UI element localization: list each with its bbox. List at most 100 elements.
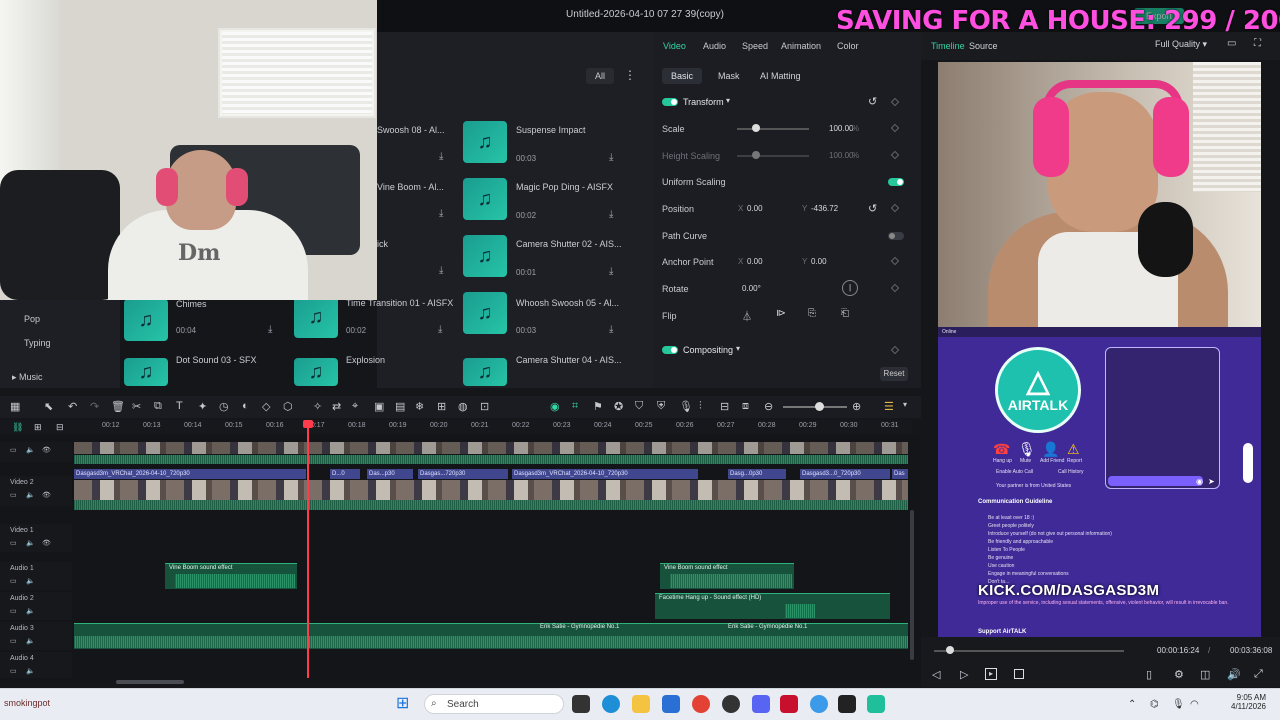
media-item[interactable]: ♫ Chimes 00:04 ⤓: [124, 295, 286, 343]
redo-icon[interactable]: ↷: [90, 400, 99, 413]
support-airtalk[interactable]: Support AirTALK: [978, 629, 1026, 635]
media-item[interactable]: ♫ Suspense Impact 00:03 ⤓: [463, 121, 625, 169]
category-typing[interactable]: Typing: [24, 338, 51, 348]
freeze-frame-icon[interactable]: ❄: [415, 400, 424, 413]
keyframe-tool-icon[interactable]: ◇: [262, 400, 270, 413]
subtab-mask[interactable]: Mask: [718, 71, 740, 81]
category-music[interactable]: ▸ Music: [12, 372, 43, 383]
marker-tool-icon[interactable]: ⚑: [593, 400, 603, 413]
stabilize-icon[interactable]: ▣: [374, 400, 384, 413]
clock[interactable]: 9:05 AM 4/11/2026: [1206, 693, 1266, 711]
track-lock-icon[interactable]: ▭: [10, 446, 17, 454]
side-scroller[interactable]: [1243, 443, 1253, 483]
media-item[interactable]: Vine Boom - Al... ⤓: [377, 182, 457, 219]
split-icon[interactable]: ✂: [132, 400, 141, 413]
message-input[interactable]: [1108, 476, 1203, 486]
transition-icon[interactable]: ⇄: [332, 400, 341, 413]
lock-icon[interactable]: ⛉: [635, 400, 643, 413]
track-visible-icon[interactable]: 👁: [42, 446, 51, 454]
zoom-fit-icon[interactable]: ⊡: [480, 400, 489, 413]
link-icon[interactable]: ⛓: [12, 422, 23, 433]
video-clip-strip[interactable]: [74, 442, 908, 454]
compositing-toggle[interactable]: [662, 346, 678, 354]
shield-icon[interactable]: ⛨: [657, 400, 665, 413]
tab-animation[interactable]: Animation: [781, 41, 821, 51]
video-clip[interactable]: Dasgasd3m_VRChat_2026-04-10_720p30: [512, 469, 698, 479]
video-clip[interactable]: Das: [892, 469, 908, 479]
rotate-right-icon[interactable]: ⎗: [841, 308, 849, 319]
preview-scrubber[interactable]: [934, 650, 1124, 652]
audio-clip[interactable]: Facetime Hang up - Sound effect (HD): [655, 593, 890, 619]
download-icon[interactable]: ⤓: [439, 265, 443, 276]
snap-icon[interactable]: ⌗: [572, 400, 578, 413]
flip-vertical-icon[interactable]: ⧐: [776, 308, 786, 319]
download-icon[interactable]: ⤓: [268, 324, 272, 335]
snapshot-camera-icon[interactable]: ◫: [1200, 668, 1210, 681]
section-compositing[interactable]: Compositing: [683, 345, 733, 355]
audio-clip[interactable]: Vine Boom sound effect: [660, 563, 794, 589]
video-thumbnails[interactable]: [74, 480, 908, 500]
media-item[interactable]: ♫ Whoosh Swoosh 05 - Al... 00:03 ⤓: [463, 292, 625, 340]
undo-icon[interactable]: ↶: [68, 400, 77, 413]
media-item[interactable]: ick ⤓: [377, 239, 457, 276]
tab-source[interactable]: Source: [969, 41, 998, 51]
subtab-basic[interactable]: Basic: [662, 68, 702, 84]
track-lock-icon[interactable]: ▭: [10, 667, 17, 675]
track-visible-icon[interactable]: 👁: [42, 539, 51, 547]
track-lock-icon[interactable]: ▭: [10, 637, 17, 645]
snapshot-icon[interactable]: ▭: [1227, 38, 1236, 49]
uniform-scaling-toggle[interactable]: [888, 178, 904, 186]
quality-dropdown[interactable]: Full Quality ▾: [1155, 39, 1207, 50]
chroma-key-icon[interactable]: ⊞: [437, 400, 446, 413]
chevron-down-icon[interactable]: ▾: [726, 96, 730, 105]
zoom-slider-knob[interactable]: [815, 402, 824, 411]
playhead[interactable]: [303, 420, 313, 678]
path-curve-toggle[interactable]: [888, 232, 904, 240]
track-mute-icon[interactable]: 🔈: [26, 491, 35, 499]
track-lock-icon[interactable]: ▭: [10, 607, 17, 615]
adobe-icon[interactable]: [780, 695, 798, 713]
call-history[interactable]: Call History: [1058, 469, 1084, 475]
track-mute-icon[interactable]: 🔈: [26, 637, 35, 645]
height-scaling-slider[interactable]: [737, 155, 809, 157]
height-scaling-knob[interactable]: [752, 151, 760, 159]
category-pop[interactable]: Pop: [24, 314, 40, 324]
track-settings-icon[interactable]: ⊟: [56, 422, 64, 433]
media-item[interactable]: ♫ Explosion: [294, 352, 456, 386]
chevron-down-icon[interactable]: ▾: [736, 344, 740, 353]
store-icon[interactable]: [662, 695, 680, 713]
previous-frame-icon[interactable]: ◁: [932, 668, 940, 681]
mask-icon[interactable]: ◍: [458, 400, 468, 413]
timeline-scrollbar[interactable]: [116, 680, 184, 684]
media-item[interactable]: ♫ Dot Sound 03 - SFX: [124, 352, 286, 386]
report-icon[interactable]: ⚠: [1067, 441, 1080, 458]
video-clip[interactable]: Dasgas...720p30: [418, 469, 508, 479]
add-friend-icon[interactable]: 👤: [1042, 441, 1059, 458]
filter-all-dropdown[interactable]: All: [586, 68, 614, 84]
media-item[interactable]: Swoosh 08 - Al... ⤓: [377, 125, 457, 162]
video-clip[interactable]: Dasgasd3m_VRChat_2026-04-10_720p30: [74, 469, 306, 479]
windows-start-icon[interactable]: ⊞: [396, 695, 414, 713]
next-frame-icon[interactable]: ▸: [985, 668, 997, 680]
motion-tracking-icon[interactable]: ⌖: [352, 400, 358, 413]
speed-icon[interactable]: ◷: [219, 400, 229, 413]
media-item[interactable]: ♫ Camera Shutter 04 - AIS...: [463, 352, 625, 386]
transform-toggle[interactable]: [662, 98, 678, 106]
network-icon[interactable]: ⌬: [1150, 699, 1159, 710]
zoom-out-icon[interactable]: ⊖: [764, 400, 773, 413]
stop-icon[interactable]: [1014, 669, 1024, 679]
color-icon[interactable]: ◐: [242, 400, 249, 412]
track-mute-icon[interactable]: 🔈: [26, 577, 35, 585]
edge-icon[interactable]: [602, 695, 620, 713]
media-item[interactable]: ♫ Magic Pop Ding - AISFX 00:02 ⤓: [463, 178, 625, 226]
video-clip[interactable]: Dasgasd3...0_720p30: [800, 469, 890, 479]
flip-horizontal-icon[interactable]: ⏃: [742, 308, 752, 323]
filmora-icon[interactable]: [867, 695, 885, 713]
tab-timeline[interactable]: Timeline: [931, 41, 965, 51]
wifi-icon[interactable]: ◠: [1190, 699, 1199, 710]
marker-icon[interactable]: ▯: [1146, 668, 1152, 681]
position-x-input[interactable]: 0.00: [747, 204, 763, 213]
chevron-down-icon[interactable]: ▾: [903, 400, 907, 409]
chevron-up-icon[interactable]: ⌃: [1128, 699, 1136, 710]
reset-button[interactable]: Reset: [880, 367, 908, 381]
